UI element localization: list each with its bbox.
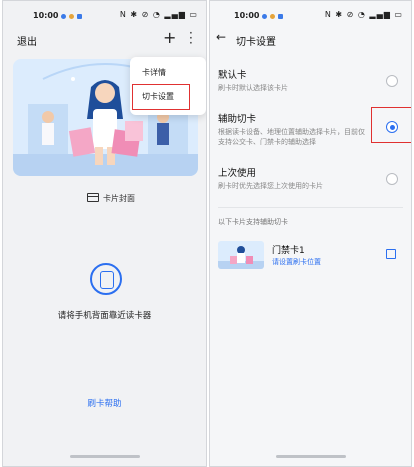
option-desc: 刷卡时优先选择您上次使用的卡片 xyxy=(218,182,323,190)
option-desc: 刷卡时默认选择该卡片 xyxy=(218,84,288,92)
card-cover-button[interactable]: 卡片封面 xyxy=(87,193,135,204)
card-switch-settings-screen: 10:00 N ✱ ⊘ ◔ ▂▄▆ ▭ ← 切卡设置 默认卡 刷卡时默认选择该卡… xyxy=(209,0,412,467)
menu-item-card-details[interactable]: 卡详情 xyxy=(142,67,166,78)
radio-default-card[interactable] xyxy=(386,75,398,87)
notification-icons xyxy=(262,12,286,21)
support-section-label: 以下卡片支持辅助切卡 xyxy=(218,218,288,226)
divider xyxy=(218,207,403,208)
card-icon xyxy=(87,193,99,202)
nfc-prompt: 请将手机背面靠近读卡器 xyxy=(57,311,152,321)
card-cover-label: 卡片封面 xyxy=(103,194,135,203)
more-icon[interactable]: · · · xyxy=(189,27,193,49)
system-icons: N ✱ ⊘ ◔ ▂▄▆ ▭ xyxy=(324,10,403,19)
highlight-box xyxy=(371,107,411,143)
option-title: 上次使用 xyxy=(218,168,257,179)
notification-icons xyxy=(61,12,85,21)
nfc-reader-icon xyxy=(90,263,122,295)
highlight-box xyxy=(132,84,190,110)
edit-icon[interactable] xyxy=(386,249,396,259)
option-default-card[interactable]: 默认卡 刷卡时默认选择该卡片 xyxy=(210,63,411,99)
card-row[interactable]: 门禁卡1 请设置刷卡位置 xyxy=(210,237,411,273)
option-title: 辅助切卡 xyxy=(218,114,257,125)
top-bar: ← 切卡设置 xyxy=(210,30,411,51)
home-indicator[interactable] xyxy=(275,455,346,458)
option-last-used[interactable]: 上次使用 刷卡时优先选择您上次使用的卡片 xyxy=(210,161,411,197)
status-bar: 10:00 N ✱ ⊘ ◔ ▂▄▆ ▭ xyxy=(3,1,206,31)
status-time: 10:00 xyxy=(33,11,59,20)
card-detail-screen: 10:00 N ✱ ⊘ ◔ ▂▄▆ ▭ 退出 + · · · 卡详情 切卡设置 … xyxy=(2,0,207,467)
exit-button[interactable]: 退出 xyxy=(17,33,37,48)
card-thumbnail xyxy=(218,241,264,269)
option-title: 默认卡 xyxy=(218,70,247,81)
top-bar: 退出 + · · · xyxy=(3,27,206,51)
radio-last-used[interactable] xyxy=(386,173,398,185)
status-time: 10:00 xyxy=(234,11,260,20)
add-icon[interactable]: + xyxy=(163,28,176,47)
back-arrow-icon[interactable]: ← xyxy=(216,30,226,44)
option-desc-line1: 根据读卡设备、地理位置辅助选择卡片，目前仅 xyxy=(218,128,365,136)
card-name: 门禁卡1 xyxy=(272,246,305,256)
help-link[interactable]: 刷卡帮助 xyxy=(3,397,206,409)
set-location-link[interactable]: 请设置刷卡位置 xyxy=(272,257,321,267)
status-bar: 10:00 N ✱ ⊘ ◔ ▂▄▆ ▭ xyxy=(210,1,411,31)
option-desc-line2: 支持公交卡、门禁卡的辅助选择 xyxy=(218,138,316,146)
system-icons: N ✱ ⊘ ◔ ▂▄▆ ▭ xyxy=(119,10,198,19)
home-indicator[interactable] xyxy=(69,455,140,458)
page-title: 切卡设置 xyxy=(236,37,276,48)
